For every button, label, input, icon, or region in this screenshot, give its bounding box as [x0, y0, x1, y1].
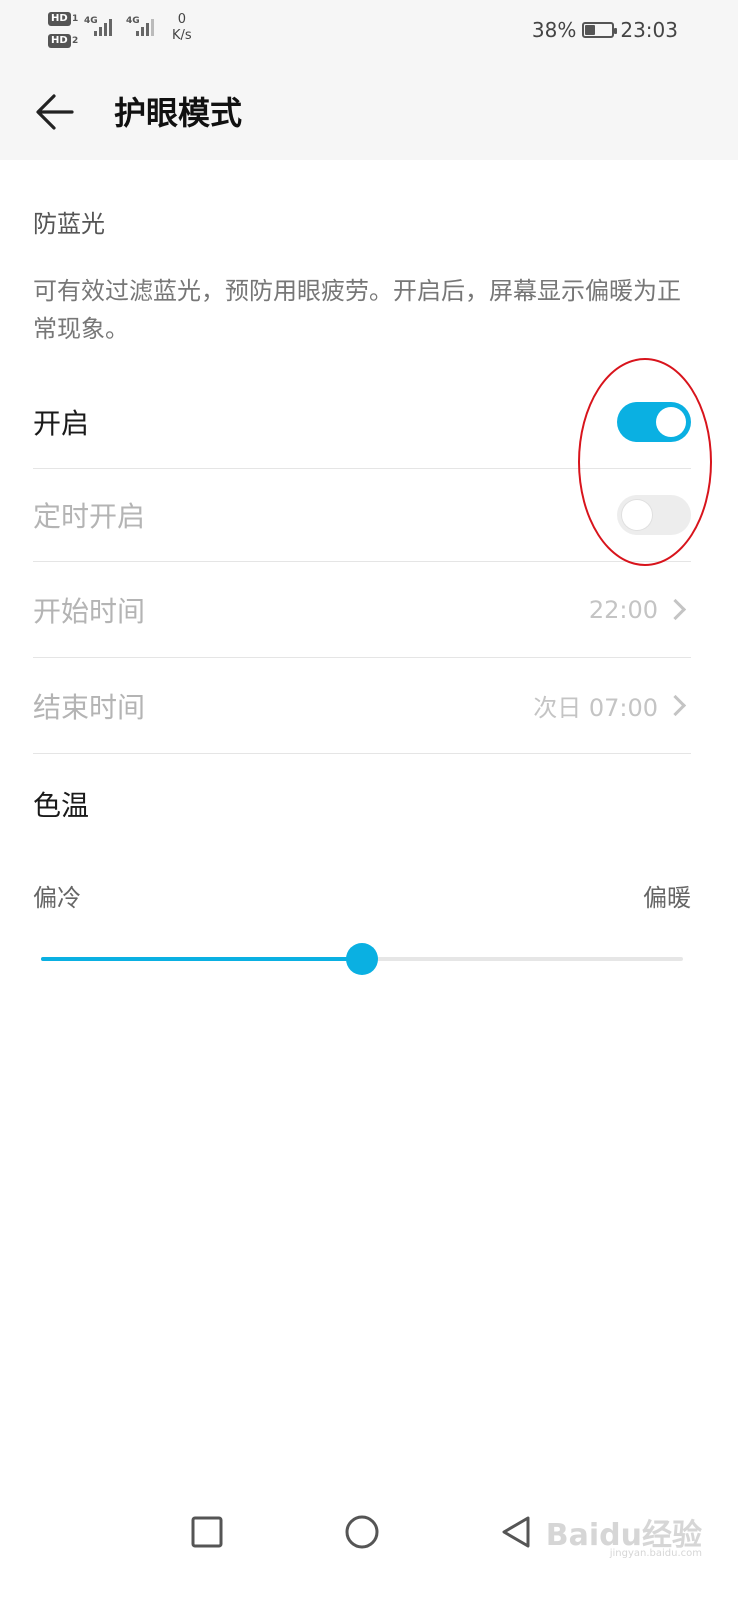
row-start-time[interactable]: 开始时间 22:00	[33, 562, 691, 658]
status-bar: HD 1 HD 2 4G 4G 0 K/s 38% 23:03	[0, 0, 738, 62]
speed-unit: K/s	[172, 28, 192, 43]
sim2-number: 2	[72, 36, 79, 46]
triangle-back-icon	[502, 1516, 530, 1548]
row-end-time-right: 次日 07:00	[533, 688, 691, 723]
row-end-time-label: 结束时间	[33, 690, 146, 724]
color-temp-slider[interactable]	[41, 943, 683, 975]
recent-apps-button[interactable]	[185, 1510, 229, 1554]
row-enable-label: 开启	[33, 407, 90, 440]
status-right: 38% 23:03	[532, 18, 678, 42]
sim1-number: 1	[72, 14, 79, 24]
section-title: 防蓝光	[33, 210, 105, 238]
signal-bars-2-icon	[136, 18, 154, 36]
slider-min-label: 偏冷	[33, 884, 81, 912]
enable-toggle[interactable]	[617, 402, 691, 442]
square-icon	[191, 1516, 223, 1548]
watermark-url: jingyan.baidu.com	[609, 1548, 702, 1559]
slider-max-label: 偏暖	[643, 884, 691, 912]
row-schedule-right	[617, 495, 691, 535]
sim1-hd-badge: HD	[48, 12, 71, 26]
page-title: 护眼模式	[114, 94, 243, 132]
end-time-value: 次日 07:00	[533, 694, 658, 722]
row-schedule[interactable]: 定时开启	[33, 469, 691, 562]
battery-fill	[585, 25, 596, 35]
home-button[interactable]	[340, 1510, 384, 1554]
row-enable[interactable]: 开启	[33, 376, 691, 469]
row-enable-right	[617, 402, 691, 442]
slider-fill	[41, 957, 362, 961]
arrow-left-icon	[36, 94, 74, 130]
battery-percent: 38%	[531, 18, 577, 42]
battery-icon	[582, 22, 618, 38]
row-start-time-label: 开始时间	[33, 594, 146, 628]
toggle-knob	[622, 500, 652, 530]
sim2-hd-badge: HD	[48, 34, 71, 48]
chevron-right-icon	[664, 694, 687, 717]
row-start-time-right: 22:00	[589, 596, 691, 624]
color-temp-title: 色温	[33, 789, 90, 822]
start-time-value: 22:00	[588, 595, 658, 624]
nav-back-button[interactable]	[494, 1510, 538, 1554]
speed-value: 0	[177, 12, 186, 27]
circle-icon	[345, 1515, 379, 1549]
network-speed: 0 K/s	[172, 12, 192, 44]
row-end-time[interactable]: 结束时间 次日 07:00	[33, 658, 691, 754]
back-button[interactable]	[28, 84, 84, 140]
app-bar: 护眼模式	[0, 62, 738, 160]
toggle-knob	[656, 407, 686, 437]
row-schedule-label: 定时开启	[33, 500, 146, 533]
section-description: 可有效过滤蓝光，预防用眼疲劳。开启后，屏幕显示偏暖为正常现象。	[33, 277, 681, 343]
schedule-toggle[interactable]	[617, 495, 691, 535]
chevron-right-icon	[664, 598, 687, 621]
slider-thumb[interactable]	[346, 943, 378, 975]
signal-bars-1-icon	[94, 18, 112, 36]
clock: 23:03	[620, 18, 678, 42]
